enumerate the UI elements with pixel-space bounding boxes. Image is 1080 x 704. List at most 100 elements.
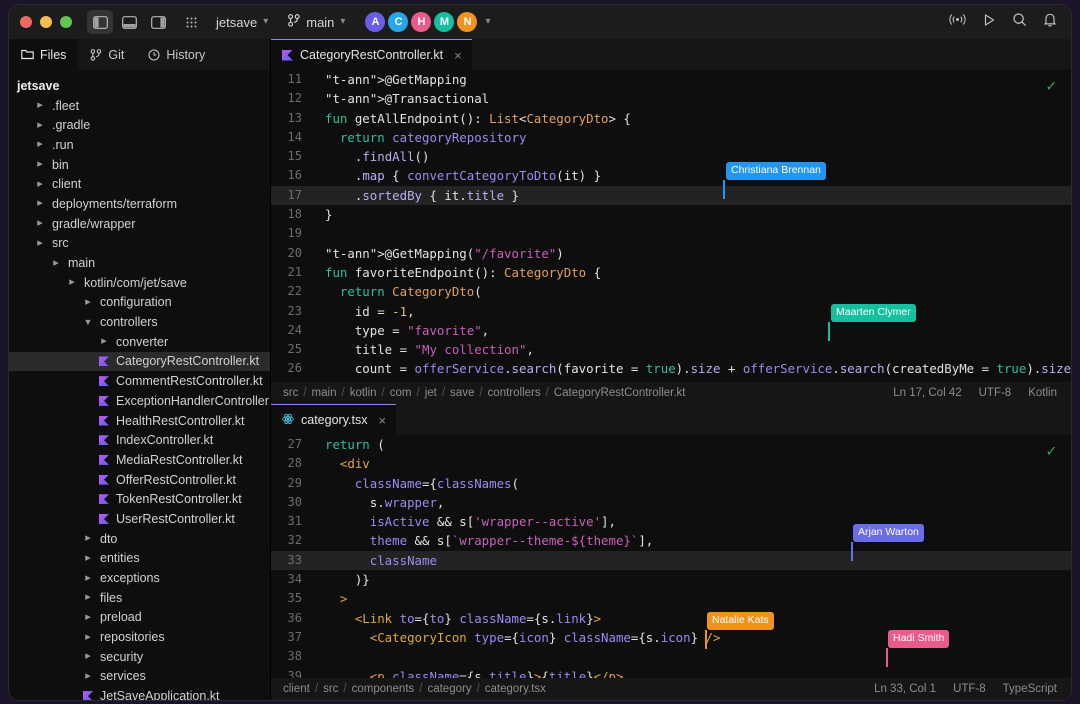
code-line[interactable]: 21fun favoriteEndpoint(): CategoryDto { <box>271 263 1071 282</box>
code-line[interactable]: 18} <box>271 205 1071 224</box>
tree-file[interactable]: CategoryRestController.kt <box>9 352 270 372</box>
code-line[interactable]: 22 return CategoryDto( <box>271 282 1071 301</box>
avatar[interactable]: C <box>388 12 408 32</box>
chevron-right-icon[interactable]: ▸ <box>33 238 47 249</box>
code-line[interactable]: 20"t-ann">@GetMapping("/favorite") <box>271 244 1071 263</box>
caret-position[interactable]: Ln 17, Col 42 <box>893 387 961 399</box>
tree-file[interactable]: OfferRestController.kt <box>9 470 270 490</box>
tree-file[interactable]: UserRestController.kt <box>9 509 270 529</box>
chevron-right-icon[interactable]: ▸ <box>33 139 47 150</box>
code-line[interactable]: 34 )} <box>271 570 1071 589</box>
tree-folder[interactable]: ▸services <box>9 667 270 687</box>
tree-folder[interactable]: ▸security <box>9 647 270 667</box>
left-panel-icon[interactable] <box>87 10 113 34</box>
breadcrumb[interactable]: src/main/kotlin/com/jet/save/controllers… <box>283 387 685 399</box>
breadcrumb-item[interactable]: save <box>450 387 474 399</box>
run-icon[interactable] <box>982 13 996 32</box>
chevron-right-icon[interactable]: ▸ <box>81 592 95 603</box>
code-view-tsx[interactable]: ✓ 27return (28 <div29 className={classNa… <box>271 435 1071 678</box>
language[interactable]: TypeScript <box>1003 683 1057 695</box>
collaborator-avatars[interactable]: A C H M N ▾ <box>365 12 490 32</box>
tree-file[interactable]: CommentRestController.kt <box>9 371 270 391</box>
tree-folder[interactable]: ▸repositories <box>9 627 270 647</box>
tree-folder[interactable]: ▸.fleet <box>9 96 270 116</box>
project-selector[interactable]: jetsave ▾ <box>216 15 268 30</box>
tree-file[interactable]: IndexController.kt <box>9 430 270 450</box>
avatar[interactable]: N <box>457 12 477 32</box>
tree-folder[interactable]: ▸files <box>9 588 270 608</box>
tree-folder[interactable]: ▸.run <box>9 135 270 155</box>
file-tree[interactable]: jetsave▸.fleet▸.gradle▸.run▸bin▸client▸d… <box>9 70 270 700</box>
sidebar-tab-files[interactable]: Files <box>9 39 78 70</box>
encoding[interactable]: UTF-8 <box>979 387 1012 399</box>
chevron-right-icon[interactable]: ▸ <box>81 612 95 623</box>
tree-folder[interactable]: ▸.gradle <box>9 115 270 135</box>
breadcrumb-item[interactable]: src <box>283 387 298 399</box>
chevron-right-icon[interactable]: ▸ <box>81 297 95 308</box>
code-line[interactable]: 28 <div <box>271 454 1071 473</box>
code-line[interactable]: 24 type = "favorite", <box>271 321 1071 340</box>
breadcrumb-item[interactable]: controllers <box>488 387 541 399</box>
code-line[interactable]: 25 title = "My collection", <box>271 340 1071 359</box>
sidebar-tab-history[interactable]: History <box>136 39 217 70</box>
breadcrumb-item[interactable]: client <box>283 683 310 695</box>
breadcrumb-item[interactable]: jet <box>425 387 437 399</box>
chevron-right-icon[interactable]: ▸ <box>49 258 63 269</box>
tree-folder[interactable]: ▸src <box>9 234 270 254</box>
tree-folder[interactable]: ▸kotlin/com/jet/save <box>9 273 270 293</box>
breadcrumb[interactable]: client/src/components/category/category.… <box>283 683 546 695</box>
minimize-window-button[interactable] <box>40 16 52 28</box>
code-line[interactable]: 13fun getAllEndpoint(): List<CategoryDto… <box>271 109 1071 128</box>
notifications-icon[interactable] <box>1043 12 1057 32</box>
tree-folder[interactable]: ▸exceptions <box>9 568 270 588</box>
tab-category-tsx[interactable]: category.tsx × <box>271 404 396 435</box>
chevron-right-icon[interactable]: ▸ <box>33 198 47 209</box>
caret-position[interactable]: Ln 33, Col 1 <box>874 683 936 695</box>
tree-folder[interactable]: ▸configuration <box>9 293 270 313</box>
code-line[interactable]: 27 ) <box>271 379 1071 382</box>
breadcrumb-item[interactable]: main <box>312 387 337 399</box>
code-line[interactable]: 19 <box>271 224 1071 243</box>
chevron-right-icon[interactable]: ▸ <box>81 553 95 564</box>
breadcrumb-item[interactable]: src <box>323 683 338 695</box>
chevron-down-icon[interactable]: ▾ <box>485 17 490 27</box>
tree-file[interactable]: TokenRestController.kt <box>9 489 270 509</box>
chevron-right-icon[interactable]: ▸ <box>33 218 47 229</box>
chevron-right-icon[interactable]: ▸ <box>81 573 95 584</box>
code-line[interactable]: 31 isActive && s['wrapper--active'], <box>271 512 1071 531</box>
maximize-window-button[interactable] <box>60 16 72 28</box>
language[interactable]: Kotlin <box>1028 387 1057 399</box>
right-panel-icon[interactable] <box>145 10 171 34</box>
tree-folder[interactable]: ▼controllers <box>9 312 270 332</box>
chevron-right-icon[interactable]: ▸ <box>65 277 79 288</box>
chevron-right-icon[interactable]: ▸ <box>81 632 95 643</box>
code-line[interactable]: 38 <box>271 647 1071 666</box>
code-line[interactable]: 12"t-ann">@Transactional <box>271 89 1071 108</box>
code-view-kotlin[interactable]: ✓ 11"t-ann">@GetMapping12"t-ann">@Transa… <box>271 70 1071 382</box>
code-line[interactable]: 29 className={classNames( <box>271 474 1071 493</box>
code-line[interactable]: 26 count = offerService.search(favorite … <box>271 359 1071 378</box>
chevron-down-icon[interactable]: ▼ <box>81 318 95 327</box>
chevron-right-icon[interactable]: ▸ <box>33 120 47 131</box>
code-line[interactable]: 33 className <box>271 551 1071 570</box>
bottom-panel-icon[interactable] <box>116 10 142 34</box>
search-icon[interactable] <box>1012 12 1027 32</box>
tree-folder[interactable]: ▸gradle/wrapper <box>9 214 270 234</box>
code-line[interactable]: 14 return categoryRepository <box>271 128 1071 147</box>
chevron-right-icon[interactable]: ▸ <box>81 651 95 662</box>
branch-selector[interactable]: main ▾ <box>288 14 345 30</box>
chevron-right-icon[interactable]: ▸ <box>33 179 47 190</box>
code-line[interactable]: 36 <Link to={to} className={s.link}> <box>271 609 1071 628</box>
tree-root[interactable]: jetsave <box>9 76 270 96</box>
broadcast-icon[interactable] <box>949 13 966 31</box>
breadcrumb-item[interactable]: com <box>390 387 412 399</box>
code-line[interactable]: 16 .map { convertCategoryToDto(it) } <box>271 166 1071 185</box>
tree-folder[interactable]: ▸client <box>9 174 270 194</box>
code-line[interactable]: 23 id = -1, <box>271 302 1071 321</box>
chevron-right-icon[interactable]: ▸ <box>81 533 95 544</box>
code-line[interactable]: 35 > <box>271 589 1071 608</box>
tree-file[interactable]: JetSaveApplication.kt <box>9 686 270 700</box>
tree-folder[interactable]: ▸bin <box>9 155 270 175</box>
sidebar-tab-git[interactable]: Git <box>78 39 136 70</box>
tree-file[interactable]: HealthRestController.kt <box>9 411 270 431</box>
